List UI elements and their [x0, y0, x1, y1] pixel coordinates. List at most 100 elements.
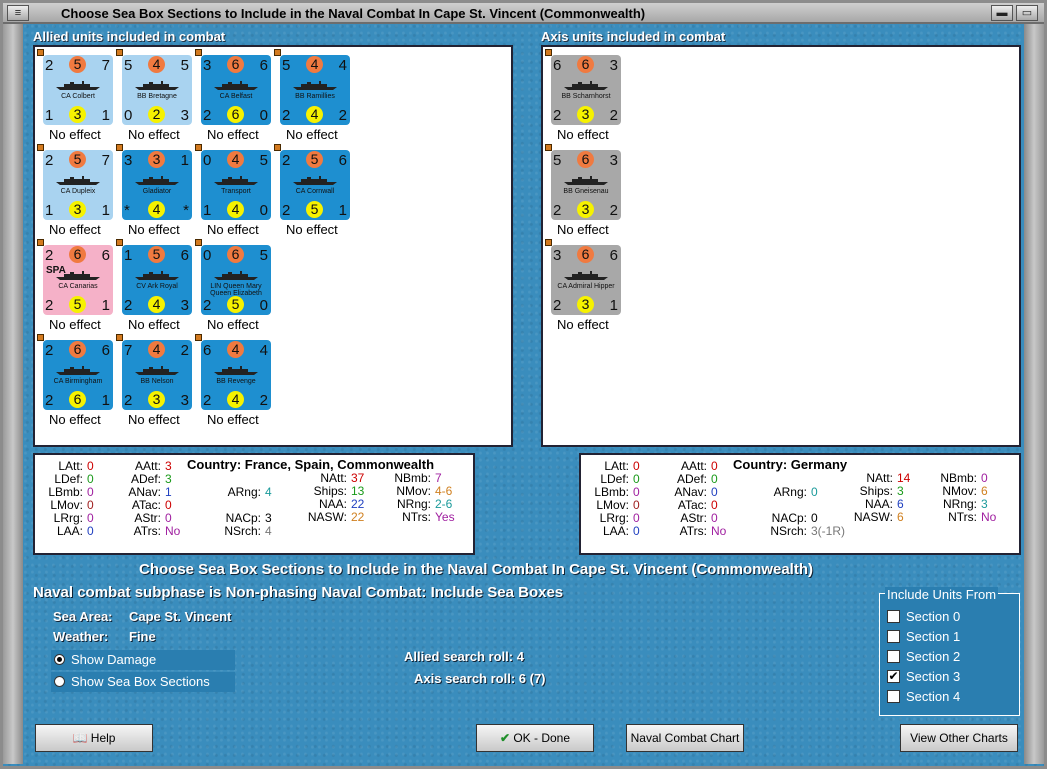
unit-bottom-left: 2: [203, 392, 212, 409]
ship-silhouette-icon: [293, 81, 337, 90]
stat-value: 0: [633, 511, 640, 525]
selection-marker-icon: [116, 49, 123, 56]
radio-checked-icon: [54, 654, 65, 665]
unit-top-right: 6: [338, 152, 347, 169]
sea-area-label: Sea Area:: [53, 609, 113, 624]
unit-name: BB Nelson: [140, 378, 174, 385]
unit-name: BB Scharnhorst: [561, 93, 611, 100]
stat-label: AStr:: [134, 511, 161, 525]
help-button[interactable]: 📖 Help: [35, 724, 153, 752]
unit-name: CA Dupleix: [60, 188, 96, 195]
unit-defense: 4: [148, 201, 165, 218]
unit-counter[interactable]: 2 6 6 SPA CA Canarias 2 5 1: [37, 239, 113, 315]
show-damage-radio[interactable]: Show Damage: [51, 650, 235, 670]
unit-attack: 6: [227, 246, 244, 263]
stat-label: LMov:: [50, 498, 83, 512]
section-checkbox-row[interactable]: Section 1: [880, 628, 1019, 646]
checkbox-unchecked-icon[interactable]: [887, 610, 900, 623]
unit-result-text: No effect: [128, 412, 180, 427]
stat-value: 0: [165, 498, 172, 512]
unit-counter[interactable]: 7 4 2 BB Nelson 2 3 3: [116, 334, 192, 410]
section-checkbox-row[interactable]: Section 0: [880, 608, 1019, 626]
unit-result-text: No effect: [128, 222, 180, 237]
unit-defense: 3: [148, 391, 165, 408]
ship-silhouette-icon: [214, 176, 258, 185]
ship-silhouette-icon: [564, 271, 608, 280]
unit-counter[interactable]: 6 6 3 BB Scharnhorst 2 3 2: [545, 49, 621, 125]
unit-attack: 6: [577, 151, 594, 168]
unit-bottom-right: 2: [259, 392, 268, 409]
unit-bottom-right: 2: [609, 202, 618, 219]
stat-value: 6: [981, 484, 988, 498]
naval-combat-chart-button[interactable]: Naval Combat Chart: [626, 724, 744, 752]
stat-label: NSrch:: [770, 524, 807, 538]
unit-top-left: 3: [553, 247, 562, 264]
unit-bottom-left: 2: [553, 107, 562, 124]
stat-label: NTrs:: [402, 510, 431, 524]
unit-counter[interactable]: 5 4 4 BB Ramillies 2 4 2: [274, 49, 350, 125]
ok-done-button[interactable]: ✔ OK - Done: [476, 724, 594, 752]
show-damage-label: Show Damage: [71, 652, 157, 667]
checkmark-icon: ✔: [499, 731, 510, 745]
section-checkbox-row[interactable]: ✔ Section 3: [880, 668, 1019, 686]
unit-top-right: 6: [101, 342, 110, 359]
unit-counter[interactable]: 2 5 7 CA Colbert 1 3 1: [37, 49, 113, 125]
unit-top-right: 7: [101, 57, 110, 74]
ship-silhouette-icon: [214, 366, 258, 375]
show-sections-radio[interactable]: Show Sea Box Sections: [51, 672, 235, 692]
stat-label: NRng:: [396, 497, 431, 511]
unit-name: CA Belfast: [219, 93, 253, 100]
unit-result-text: No effect: [49, 317, 101, 332]
unit-top-left: 5: [553, 152, 562, 169]
unit-defense: 3: [69, 201, 86, 218]
unit-name: LIN Queen Mary Queen Elizabeth: [210, 283, 262, 297]
unit-top-right: 3: [609, 57, 618, 74]
unit-top-right: 6: [259, 57, 268, 74]
unit-counter[interactable]: 2 5 6 CA Cornwall 2 5 1: [274, 144, 350, 220]
unit-counter[interactable]: 0 4 5 Transport 1 4 0: [195, 144, 271, 220]
minimize-button[interactable]: ▬: [991, 5, 1013, 21]
unit-counter[interactable]: 0 6 5 LIN Queen Mary Queen Elizabeth 2 5 0: [195, 239, 271, 315]
checkbox-unchecked-icon[interactable]: [887, 630, 900, 643]
stat-value: No: [981, 510, 997, 524]
unit-counter[interactable]: 2 6 6 CA Birmingham 2 6 1: [37, 334, 113, 410]
unit-name: Gladiator: [142, 188, 172, 195]
stat-label: LAtt:: [604, 459, 629, 473]
section-label: Section 2: [906, 649, 961, 664]
unit-bottom-right: 2: [338, 107, 347, 124]
stat-value: 2-6: [435, 497, 453, 511]
unit-counter[interactable]: 3 3 1 Gladiator * 4 *: [116, 144, 192, 220]
checkbox-checked-icon[interactable]: ✔: [887, 670, 900, 683]
unit-counter[interactable]: 5 4 5 BB Bretagne 0 2 3: [116, 49, 192, 125]
title-bar[interactable]: ≡ Choose Sea Box Sections to Include in …: [3, 3, 1044, 24]
maximize-button[interactable]: ▭: [1016, 5, 1038, 21]
unit-bottom-left: 2: [282, 107, 291, 124]
system-menu-button[interactable]: ≡: [7, 5, 29, 21]
checkbox-unchecked-icon[interactable]: [887, 650, 900, 663]
unit-attack: 6: [577, 246, 594, 263]
section-checkbox-row[interactable]: Section 2: [880, 648, 1019, 666]
unit-result-text: No effect: [49, 222, 101, 237]
unit-counter[interactable]: 6 4 4 BB Revenge 2 4 2: [195, 334, 271, 410]
unit-counter[interactable]: 1 5 6 CV Ark Royal 2 4 3: [116, 239, 192, 315]
ship-silhouette-icon: [214, 271, 258, 280]
selection-marker-icon: [37, 144, 44, 151]
stat-label: AAtt:: [134, 459, 161, 473]
stat-label: NACp:: [225, 511, 261, 525]
unit-defense: 3: [577, 201, 594, 218]
unit-result-text: No effect: [49, 412, 101, 427]
unit-counter[interactable]: 3 6 6 CA Admiral Hipper 2 3 1: [545, 239, 621, 315]
section-label: Section 0: [906, 609, 961, 624]
stat-value: 3: [897, 484, 904, 498]
stat-label: NSrch:: [224, 524, 261, 538]
unit-counter[interactable]: 3 6 6 CA Belfast 2 6 0: [195, 49, 271, 125]
unit-counter[interactable]: 5 6 3 BB Gneisenau 2 3 2: [545, 144, 621, 220]
section-checkbox-row[interactable]: Section 4: [880, 688, 1019, 706]
weather-value: Fine: [129, 629, 156, 644]
unit-counter[interactable]: 2 5 7 CA Dupleix 1 3 1: [37, 144, 113, 220]
stat-label: LRrg:: [599, 511, 629, 525]
ship-silhouette-icon: [135, 366, 179, 375]
unit-top-right: 3: [609, 152, 618, 169]
view-other-charts-button[interactable]: View Other Charts: [900, 724, 1018, 752]
checkbox-unchecked-icon[interactable]: [887, 690, 900, 703]
